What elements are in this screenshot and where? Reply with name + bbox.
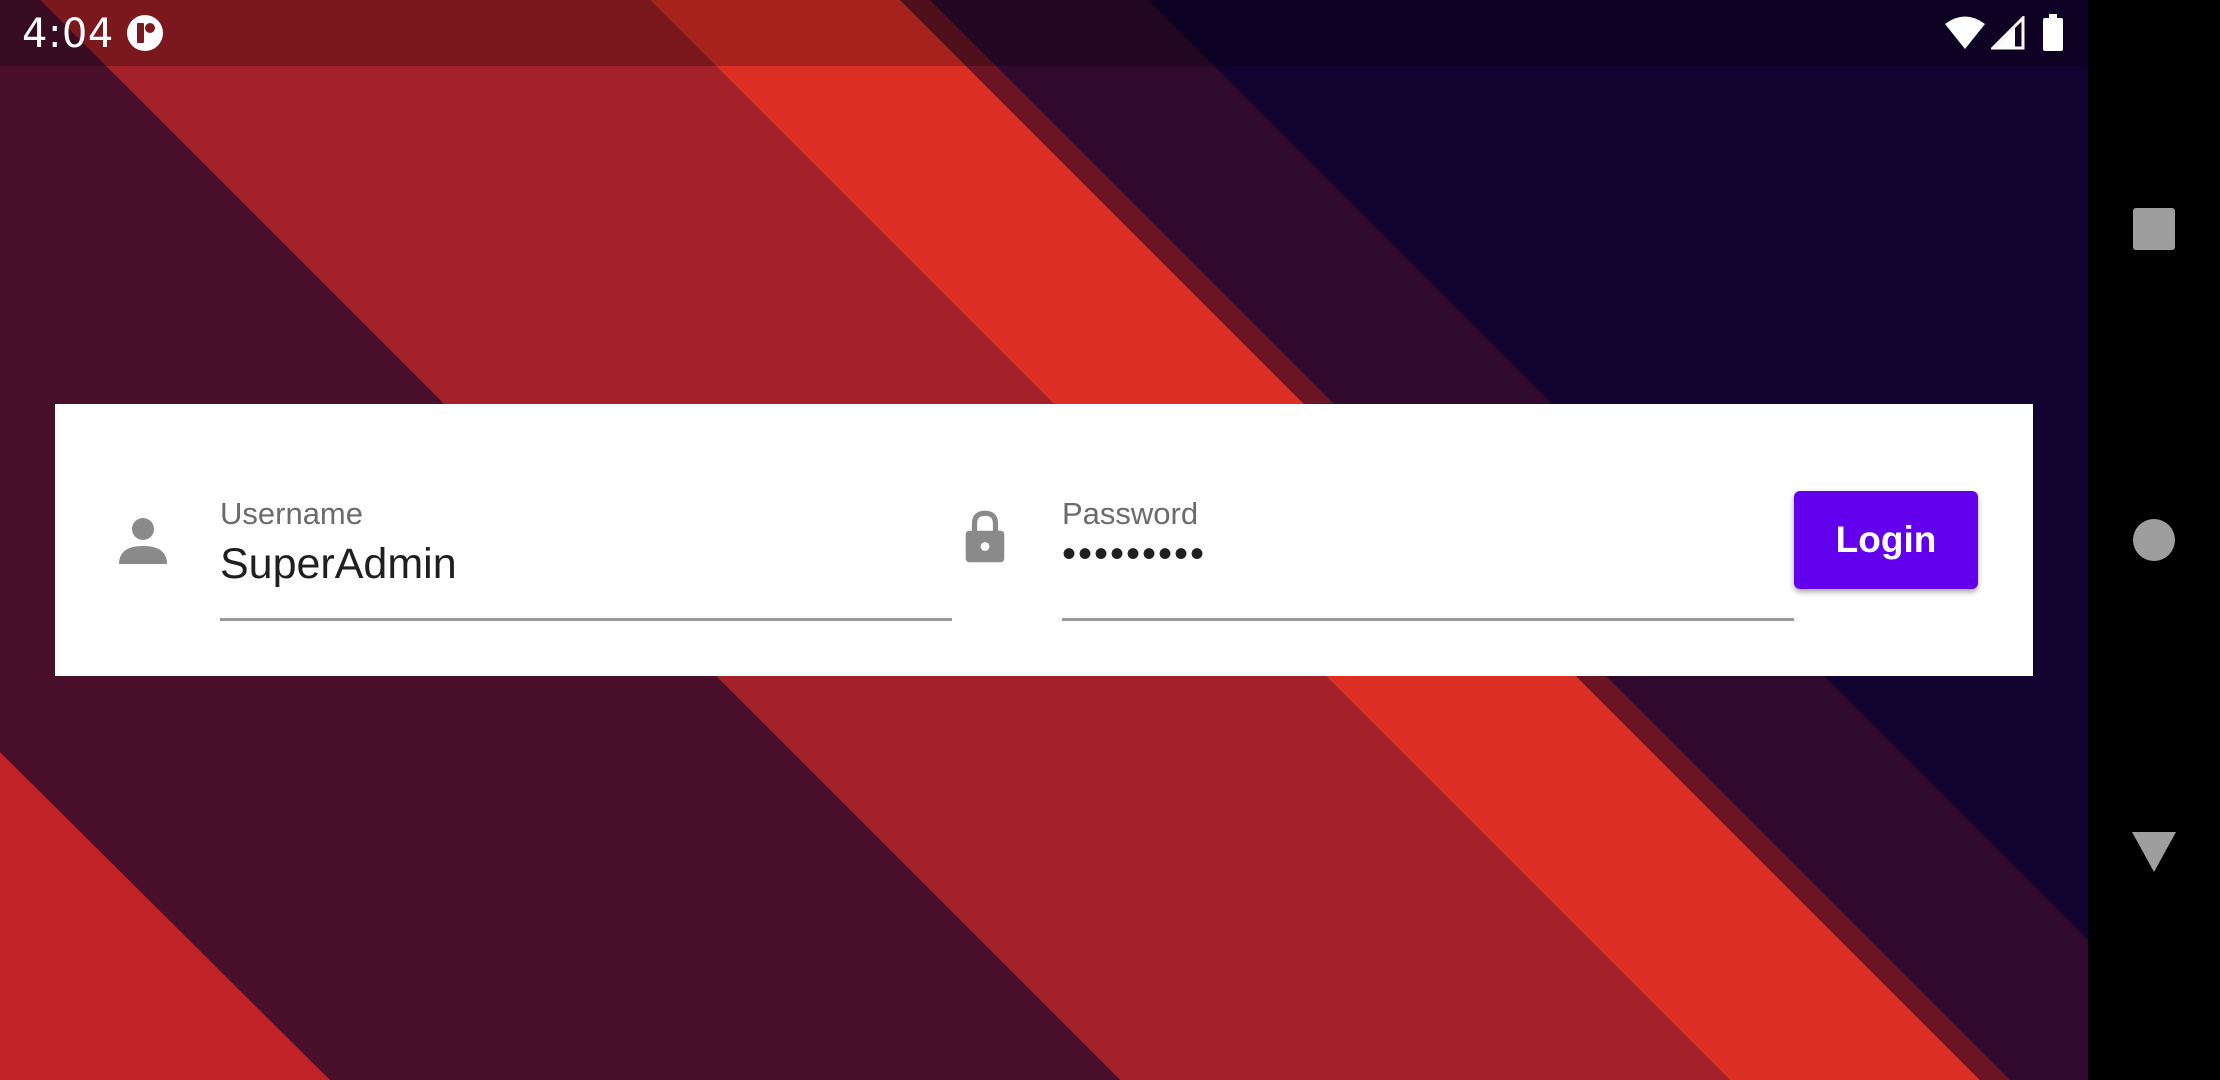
- password-input[interactable]: •••••••••: [1062, 532, 1206, 577]
- battery-icon: [2043, 14, 2063, 51]
- username-field[interactable]: Username SuperAdmin: [220, 484, 952, 626]
- navigation-bar: [2088, 0, 2220, 1080]
- status-bar: 4:04: [0, 0, 2088, 66]
- back-button[interactable]: [2108, 806, 2200, 898]
- username-underline: [220, 618, 952, 621]
- wifi-icon: [1945, 16, 1985, 49]
- recents-square-icon: [2133, 208, 2175, 250]
- app-notification-icon: [127, 15, 163, 51]
- password-field[interactable]: Password •••••••••: [1062, 484, 1794, 626]
- username-label: Username: [220, 496, 363, 531]
- login-card: Username SuperAdmin Password ••••••••• L…: [55, 404, 2033, 676]
- lock-icon: [965, 510, 1005, 563]
- password-label: Password: [1062, 496, 1199, 531]
- login-button[interactable]: Login: [1794, 491, 1978, 589]
- back-triangle-icon: [2132, 832, 2176, 872]
- home-button[interactable]: [2108, 494, 2200, 586]
- home-circle-icon: [2133, 519, 2175, 561]
- password-underline: [1062, 618, 1794, 621]
- app-screen: 4:04 Username SuperAdmin Password ••••••…: [0, 0, 2088, 1080]
- recents-button[interactable]: [2108, 183, 2200, 275]
- status-clock: 4:04: [22, 11, 114, 57]
- cell-signal-icon: [1991, 16, 2025, 50]
- username-input[interactable]: SuperAdmin: [220, 540, 457, 589]
- person-icon: [119, 518, 167, 564]
